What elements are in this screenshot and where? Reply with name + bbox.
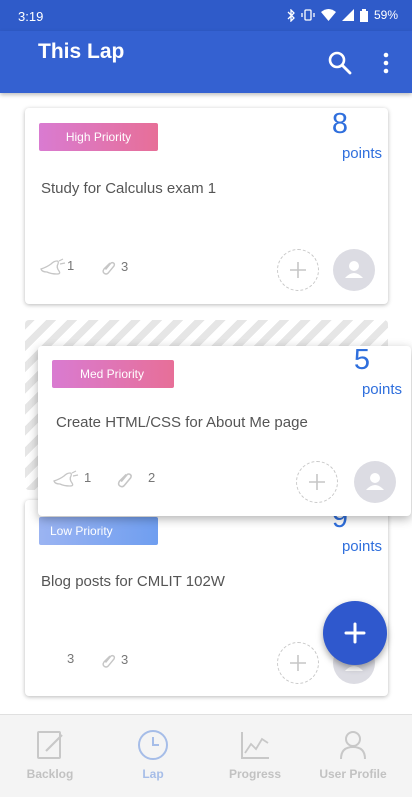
nav-item-user-profile[interactable]: User Profile (303, 715, 403, 797)
add-task-fab[interactable] (323, 601, 387, 665)
nav-label: Lap (142, 767, 164, 781)
points-value: 8 (331, 108, 348, 140)
nav-item-lap[interactable]: Lap (103, 715, 203, 797)
signal-icon (341, 9, 354, 21)
priority-badge: Med Priority (52, 360, 174, 388)
priority-badge: High Priority (39, 123, 158, 151)
add-assignee-button[interactable] (296, 461, 338, 503)
plus-icon (290, 655, 306, 671)
plus-icon (290, 262, 306, 278)
nav-label: User Profile (319, 767, 387, 781)
status-time: 3:19 (18, 9, 44, 24)
avatar[interactable] (333, 249, 375, 291)
clock-icon (138, 730, 168, 760)
bluetooth-icon (287, 8, 295, 22)
status-bar: 3:19 59% (0, 0, 412, 31)
edit-icon (37, 731, 63, 759)
user-icon (340, 731, 366, 760)
task-title: Study for Calculus exam 1 (41, 180, 217, 197)
foot-count: 1 (84, 470, 92, 485)
nav-item-backlog[interactable]: Backlog (0, 715, 100, 797)
points-label: points (341, 538, 382, 555)
page-title: This Lap (38, 40, 125, 63)
foot-stat: 1 (52, 470, 91, 488)
attachment-stat: 3 (99, 652, 128, 670)
task-card[interactable]: High Priority 8 points Study for Calculu… (25, 108, 388, 304)
battery-icon (359, 8, 368, 22)
foot-icon (53, 470, 79, 487)
battery-percent: 59% (373, 8, 398, 22)
user-icon (366, 473, 384, 490)
nav-label: Backlog (26, 767, 74, 781)
attachment-count: 3 (121, 652, 129, 667)
nav-label: Progress (228, 767, 282, 781)
attachment-count: 2 (148, 470, 156, 485)
app-bar: This Lap (0, 31, 412, 93)
foot-count: 1 (67, 258, 75, 273)
foot-stat: 3 (67, 651, 74, 666)
add-assignee-button[interactable] (277, 642, 319, 684)
paperclip-icon (102, 654, 116, 668)
points-label: points (341, 145, 382, 162)
attachment-count: 3 (121, 259, 129, 274)
dragging-task-card[interactable]: Med Priority 5 points Create HTML/CSS fo… (38, 344, 411, 516)
attachment-stat: 2 (114, 470, 155, 490)
avatar[interactable] (354, 461, 396, 503)
more-vertical-icon[interactable] (374, 49, 398, 77)
points-value: 5 (353, 344, 370, 376)
plus-icon (309, 474, 325, 490)
task-card[interactable]: Low Priority 9 points Blog posts for CML… (25, 500, 388, 696)
wifi-icon (320, 9, 336, 21)
user-icon (345, 261, 363, 278)
points-label: points (361, 381, 402, 398)
foot-icon (40, 258, 66, 275)
foot-stat: 1 (39, 258, 74, 276)
bottom-nav: Backlog Lap Progress User Profile (0, 714, 412, 797)
task-title: Create HTML/CSS for About Me page (56, 414, 308, 431)
attachment-stat: 3 (99, 259, 128, 277)
paperclip-icon (117, 473, 132, 488)
vibrate-icon (301, 9, 315, 21)
priority-badge: Low Priority (39, 517, 158, 545)
task-title: Blog posts for CMLIT 102W (41, 573, 225, 590)
chart-icon (241, 732, 269, 759)
nav-item-progress[interactable]: Progress (205, 715, 305, 797)
foot-count: 3 (67, 651, 75, 666)
paperclip-icon (102, 261, 116, 275)
search-icon[interactable] (326, 49, 354, 77)
add-assignee-button[interactable] (277, 249, 319, 291)
status-icons: 59% (287, 8, 398, 22)
plus-icon (344, 622, 366, 644)
